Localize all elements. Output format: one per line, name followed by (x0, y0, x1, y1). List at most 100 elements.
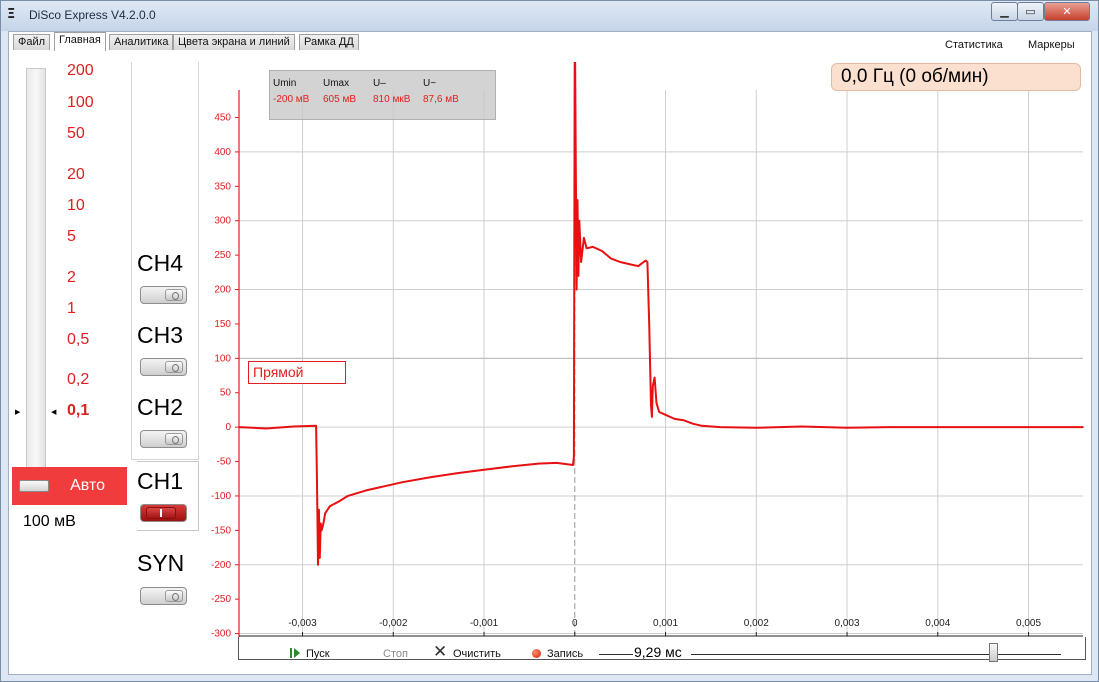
data-point (619, 261, 621, 263)
data-point (578, 219, 581, 222)
y-tick-label: 400 (214, 147, 231, 158)
data-point (701, 424, 703, 427)
umax-value: 605 мВ (323, 94, 357, 105)
mode-indicator[interactable]: Прямой (248, 361, 346, 384)
syn-toggle[interactable] (140, 587, 187, 605)
data-point (644, 259, 647, 262)
y-tick-label: -300 (211, 629, 231, 637)
x-tick-label: -0,003 (288, 618, 317, 629)
data-point (592, 246, 594, 248)
markers-menu[interactable]: Маркеры (1028, 39, 1075, 51)
data-point (982, 426, 984, 428)
scale-label[interactable]: 5 (67, 228, 76, 246)
frequency-display: 0,0 Гц (0 об/мин) (831, 63, 1081, 91)
x-tick-label: 0,002 (743, 618, 769, 629)
scale-label[interactable]: 10 (67, 197, 85, 215)
data-point (347, 495, 349, 497)
data-point (653, 376, 656, 379)
oscilloscope-plot[interactable]: 450 400 350 300 250 200 150 100 50 0 -50 -100 -150 -2… (199, 62, 1089, 637)
data-point (650, 404, 652, 406)
scale-label[interactable]: 1 (67, 300, 76, 318)
data-point (265, 427, 268, 430)
data-point (646, 261, 649, 263)
data-point (610, 257, 612, 260)
data-point (572, 464, 574, 466)
data-point (575, 288, 578, 291)
data-point (1082, 426, 1084, 428)
scale-label[interactable]: 0,2 (67, 371, 89, 389)
window-title: DiSco Express V4.2.0.0 (29, 8, 156, 22)
title-bar: Ξ DiSco Express V4.2.0.0 ▁ ▭ ✕ (1, 1, 1098, 31)
data-point (383, 485, 386, 488)
ch3-toggle[interactable] (140, 358, 187, 376)
ch2-toggle[interactable] (140, 430, 187, 448)
tab-file[interactable]: Файл (13, 34, 51, 50)
tab-home[interactable]: Главная (54, 32, 106, 51)
data-point (583, 237, 585, 239)
scale-label[interactable]: 2 (67, 269, 76, 287)
ch1-label: CH1 (137, 468, 184, 494)
maximize-button[interactable]: ▭ (1017, 2, 1044, 21)
scale-label-selected[interactable]: 0,1 (67, 402, 89, 420)
y-tick-label: -150 (211, 525, 231, 536)
data-point (322, 522, 325, 525)
ch4-label: CH4 (137, 250, 184, 276)
y-tick-label: 250 (214, 250, 231, 261)
y-tick-label: -250 (211, 594, 231, 605)
scale-label[interactable]: 50 (67, 125, 85, 143)
scale-label[interactable]: 200 (67, 62, 94, 80)
udc-value: 810 мкВ (373, 94, 411, 105)
ch4-toggle[interactable] (140, 286, 187, 304)
scale-slider-track[interactable] (26, 68, 46, 488)
scale-label[interactable]: 20 (67, 166, 85, 184)
ch1-toggle[interactable] (140, 504, 187, 522)
syn-label: SYN (137, 550, 185, 576)
y-tick-label: 0 (225, 422, 231, 433)
data-point (1027, 426, 1030, 428)
data-point (719, 426, 721, 428)
stop-button[interactable]: Стоп (383, 648, 408, 660)
data-point (664, 413, 667, 416)
clear-x-icon[interactable]: ✕ (433, 643, 447, 660)
x-tick-label: -0,001 (469, 618, 499, 629)
minimize-button[interactable]: ▁ (991, 2, 1018, 21)
tab-frame-dd[interactable]: Рамка ДД (299, 34, 359, 50)
data-point (365, 489, 367, 492)
scale-label[interactable]: 100 (67, 94, 94, 112)
data-point (651, 416, 653, 418)
y-tick-label: -200 (211, 560, 231, 571)
x-tick-label: -0,002 (379, 618, 408, 629)
data-point (655, 402, 658, 404)
statistics-menu[interactable]: Статистика (945, 39, 1003, 51)
record-button[interactable]: Запись (547, 648, 583, 660)
timebase-slider-track-left[interactable] (599, 654, 633, 655)
tab-screen-colors[interactable]: Цвета экрана и линий (173, 34, 295, 50)
data-point (800, 425, 803, 428)
data-point (891, 426, 894, 428)
x-tick-label: 0,001 (653, 618, 679, 629)
data-point (320, 529, 323, 532)
app-icon: Ξ (7, 7, 16, 22)
ch2-label: CH2 (137, 394, 184, 420)
timebase-slider-thumb[interactable] (989, 643, 998, 662)
scale-pointer-right-icon: ◀ (51, 409, 57, 416)
uac-value: 87,6 мВ (423, 94, 459, 105)
data-point (658, 411, 660, 413)
tab-analytics[interactable]: Аналитика (109, 34, 174, 50)
data-point (936, 426, 939, 428)
clear-button[interactable]: Очистить (453, 648, 501, 660)
play-icon[interactable] (289, 647, 301, 659)
timebase-slider-track[interactable] (691, 654, 1061, 655)
x-tick-label: 0,004 (925, 618, 951, 629)
scale-slider-thumb[interactable] (19, 480, 49, 492)
data-point (648, 323, 651, 325)
scale-label[interactable]: 0,5 (67, 331, 89, 349)
data-point (691, 422, 694, 425)
data-point (317, 563, 319, 566)
y-tick-label: 50 (220, 388, 232, 399)
y-tick-label: 300 (214, 216, 231, 227)
measurements-box: Umin Umax U– U~ -200 мВ 605 мВ 810 мкВ 8… (269, 70, 496, 120)
close-button[interactable]: ✕ (1044, 2, 1090, 21)
record-dot-icon[interactable] (532, 649, 541, 658)
start-button[interactable]: Пуск (306, 648, 330, 660)
